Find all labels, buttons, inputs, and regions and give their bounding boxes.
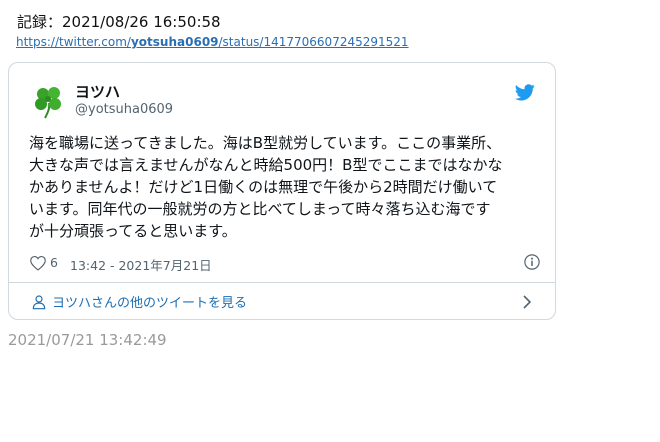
saved-timestamp: 2021/07/21 13:42:49 [8,331,167,349]
author-display-name[interactable]: ヨツハ [75,81,120,102]
chevron-right-icon [523,295,532,309]
info-icon[interactable] [523,253,541,271]
record-timestamp: 記録：2021/08/26 16:50:58 [17,13,221,31]
avatar[interactable] [29,81,69,121]
tweet-body-text: 海を職場に送ってきました。海はB型就労しています。ここの事業所、 大きな声では言… [29,134,503,240]
link-suffix: /status/1417706607245291521 [218,35,409,49]
tweet-meta-row: 6 13:42 - 2021年7月21日 [29,253,541,274]
tweet-source-link[interactable]: https://twitter.com/yotsuha0609/status/1… [16,35,409,49]
more-tweets-link[interactable]: ヨツハさんの他のツイートを見る [9,283,555,320]
twitter-bird-icon[interactable] [515,84,535,101]
link-username: yotsuha0609 [130,35,219,49]
heart-icon[interactable] [29,255,47,271]
like-count[interactable]: 6 [50,255,58,270]
embedded-tweet-card[interactable]: ヨツハ @yotsuha0609 海を職場に送ってきました。海はB型就労していま… [8,62,556,320]
author-handle[interactable]: @yotsuha0609 [75,102,173,117]
link-prefix: https://twitter.com/ [16,35,131,49]
tweet-timestamp[interactable]: 13:42 - 2021年7月21日 [70,255,212,274]
clover-avatar [35,87,61,119]
person-icon [32,295,46,310]
more-tweets-label: ヨツハさんの他のツイートを見る [52,296,248,311]
